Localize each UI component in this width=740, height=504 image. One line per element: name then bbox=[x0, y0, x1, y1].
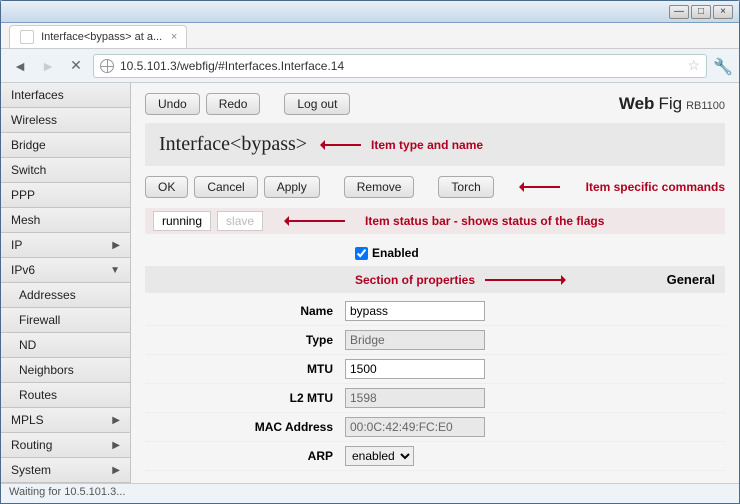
sidebar-item-switch[interactable]: Switch bbox=[1, 158, 130, 183]
wrench-icon[interactable]: 🔧 bbox=[713, 57, 731, 75]
enabled-checkbox[interactable] bbox=[355, 247, 368, 260]
window-maximize-button[interactable]: □ bbox=[691, 5, 711, 19]
prop-row-arp: ARP enabled bbox=[145, 442, 725, 471]
sidebar-item-ppp[interactable]: PPP bbox=[1, 183, 130, 208]
sidebar-item-ipv6[interactable]: IPv6▼ bbox=[1, 258, 130, 283]
apply-button[interactable]: Apply bbox=[264, 176, 320, 198]
mtu-label: MTU bbox=[145, 362, 345, 376]
sidebar-item-addresses[interactable]: Addresses bbox=[1, 283, 130, 308]
sidebar-item-firewall[interactable]: Firewall bbox=[1, 308, 130, 333]
section-header: Section of properties General bbox=[145, 266, 725, 293]
name-input[interactable] bbox=[345, 301, 485, 321]
chevron-right-icon: ▶ bbox=[112, 440, 120, 451]
item-title-bar: Interface<bypass> Item type and name bbox=[145, 123, 725, 166]
tab-title: Interface<bypass> at a... bbox=[41, 31, 162, 43]
forward-button[interactable]: ► bbox=[37, 55, 59, 77]
annotation-arrow-icon bbox=[285, 220, 345, 222]
sidebar-item-nd[interactable]: ND bbox=[1, 333, 130, 358]
sidebar-menu: Interfaces Wireless Bridge Switch PPP Me… bbox=[1, 83, 131, 483]
url-bar: ◄ ► ✕ ☆ 🔧 bbox=[1, 49, 739, 83]
undo-button[interactable]: Undo bbox=[145, 93, 200, 115]
globe-icon bbox=[100, 59, 114, 73]
mtu-input[interactable] bbox=[345, 359, 485, 379]
sidebar-item-ip[interactable]: IP▶ bbox=[1, 233, 130, 258]
tab-close-icon[interactable]: × bbox=[168, 31, 180, 43]
item-title: Interface<bypass> bbox=[159, 133, 307, 156]
annotation-arrow-icon bbox=[520, 186, 560, 188]
name-label: Name bbox=[145, 304, 345, 318]
mac-value bbox=[345, 417, 485, 437]
annotation-commands: Item specific commands bbox=[586, 180, 725, 194]
prop-row-mac: MAC Address bbox=[145, 413, 725, 442]
status-text: Waiting for 10.5.101.3... bbox=[9, 486, 125, 498]
url-input-container: ☆ bbox=[93, 54, 707, 78]
mac-label: MAC Address bbox=[145, 420, 345, 434]
flag-running: running bbox=[153, 211, 211, 231]
sidebar-item-routing[interactable]: Routing▶ bbox=[1, 433, 130, 458]
sidebar-item-system[interactable]: System▶ bbox=[1, 458, 130, 483]
sidebar-item-mesh[interactable]: Mesh bbox=[1, 208, 130, 233]
window-minimize-button[interactable]: — bbox=[669, 5, 689, 19]
sidebar-item-bridge[interactable]: Bridge bbox=[1, 133, 130, 158]
sidebar-item-routes[interactable]: Routes bbox=[1, 383, 130, 408]
action-row: OK Cancel Apply Remove Torch Item specif… bbox=[145, 176, 725, 198]
annotation-type-name: Item type and name bbox=[371, 138, 483, 152]
chevron-right-icon: ▶ bbox=[112, 240, 120, 251]
annotation-arrow-icon bbox=[321, 144, 361, 146]
section-title: General bbox=[667, 272, 715, 287]
favicon-icon bbox=[20, 30, 34, 44]
url-input[interactable] bbox=[120, 59, 681, 73]
l2mtu-label: L2 MTU bbox=[145, 391, 345, 405]
chevron-right-icon: ▶ bbox=[112, 465, 120, 476]
ok-button[interactable]: OK bbox=[145, 176, 188, 198]
arp-select[interactable]: enabled bbox=[345, 446, 414, 466]
top-toolbar: Undo Redo Log out WebFig RB1100 bbox=[145, 93, 725, 115]
annotation-arrow-icon bbox=[485, 279, 565, 281]
back-button[interactable]: ◄ bbox=[9, 55, 31, 77]
bookmark-star-icon[interactable]: ☆ bbox=[687, 57, 700, 74]
torch-button[interactable]: Torch bbox=[438, 176, 493, 198]
chevron-right-icon: ▶ bbox=[112, 415, 120, 426]
flag-slave: slave bbox=[217, 211, 263, 231]
reload-button[interactable]: ✕ bbox=[65, 55, 87, 77]
enabled-label: Enabled bbox=[372, 246, 419, 260]
main-panel: Undo Redo Log out WebFig RB1100 Interfac… bbox=[131, 83, 739, 483]
window-titlebar: — □ × bbox=[1, 1, 739, 23]
annotation-section: Section of properties bbox=[355, 273, 475, 287]
tab-strip: Interface<bypass> at a... × bbox=[1, 23, 739, 49]
brand-logo: WebFig RB1100 bbox=[619, 94, 725, 114]
prop-row-type: Type bbox=[145, 326, 725, 355]
sidebar-item-wireless[interactable]: Wireless bbox=[1, 108, 130, 133]
content-area: Interfaces Wireless Bridge Switch PPP Me… bbox=[1, 83, 739, 483]
sidebar-item-interfaces[interactable]: Interfaces bbox=[1, 83, 130, 108]
type-value bbox=[345, 330, 485, 350]
browser-tab[interactable]: Interface<bypass> at a... × bbox=[9, 25, 187, 48]
enabled-row: Enabled bbox=[145, 240, 725, 266]
browser-window: — □ × Interface<bypass> at a... × ◄ ► ✕ … bbox=[0, 0, 740, 504]
redo-button[interactable]: Redo bbox=[206, 93, 261, 115]
browser-status-bar: Waiting for 10.5.101.3... bbox=[1, 483, 739, 503]
prop-row-mtu: MTU bbox=[145, 355, 725, 384]
window-close-button[interactable]: × bbox=[713, 5, 733, 19]
l2mtu-value bbox=[345, 388, 485, 408]
annotation-status: Item status bar - shows status of the fl… bbox=[365, 214, 604, 228]
status-flag-bar: running slave Item status bar - shows st… bbox=[145, 208, 725, 234]
remove-button[interactable]: Remove bbox=[344, 176, 415, 198]
prop-row-l2mtu: L2 MTU bbox=[145, 384, 725, 413]
type-label: Type bbox=[145, 333, 345, 347]
arp-label: ARP bbox=[145, 449, 345, 463]
sidebar-item-neighbors[interactable]: Neighbors bbox=[1, 358, 130, 383]
logout-button[interactable]: Log out bbox=[284, 93, 350, 115]
prop-row-name: Name bbox=[145, 297, 725, 326]
cancel-button[interactable]: Cancel bbox=[194, 176, 257, 198]
chevron-down-icon: ▼ bbox=[110, 265, 120, 276]
sidebar-item-mpls[interactable]: MPLS▶ bbox=[1, 408, 130, 433]
